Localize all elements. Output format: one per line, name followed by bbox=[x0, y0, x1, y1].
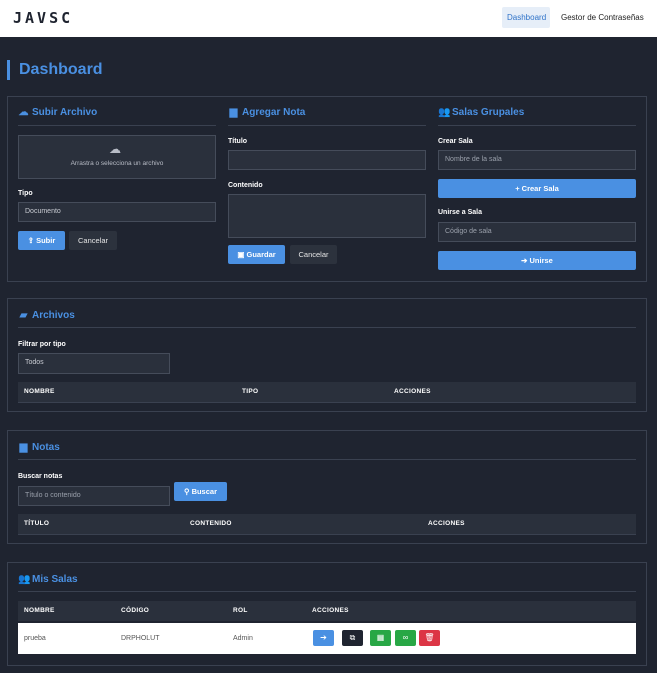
upload-section-title: ☁ Subir Archivo bbox=[18, 107, 98, 118]
enter-room-button[interactable]: ➔ bbox=[313, 630, 334, 646]
folder-icon: ▰ bbox=[19, 310, 28, 321]
column-header: TÍTULO bbox=[24, 520, 50, 527]
delete-room-button[interactable]: 🗑 bbox=[419, 630, 440, 646]
create-room-label: Crear Sala bbox=[438, 138, 473, 145]
column-header: ACCIONES bbox=[312, 607, 349, 614]
my-rooms-section-title: 👥 Mis Salas bbox=[18, 574, 78, 585]
page-title: Dashboard bbox=[7, 60, 103, 80]
note-icon: ▆ bbox=[19, 442, 28, 453]
note-content-label: Contenido bbox=[228, 182, 263, 189]
trash-icon: 🗑 bbox=[424, 633, 435, 642]
room-name: prueba bbox=[24, 635, 46, 642]
column-header: ACCIONES bbox=[394, 388, 431, 395]
table-row: prueba DRPHOLUT Admin ➔ ⧉ ▦ ∞ 🗑 bbox=[18, 623, 636, 654]
join-room-label: Unirse a Sala bbox=[438, 209, 482, 216]
divider bbox=[18, 534, 636, 535]
group-rooms-section-title: 👥 Salas Grupales bbox=[438, 107, 525, 118]
enter-icon: ➔ bbox=[521, 256, 530, 265]
column-header: TIPO bbox=[242, 388, 259, 395]
file-dropzone[interactable]: ☁ Arrastra o selecciona un archivo bbox=[18, 135, 216, 179]
room-grid-button[interactable]: ▦ bbox=[370, 630, 391, 646]
link-icon: ∞ bbox=[402, 633, 409, 642]
divider bbox=[18, 402, 636, 403]
divider bbox=[438, 125, 636, 126]
cloud-upload-icon: ☁ bbox=[18, 107, 29, 118]
rooms-table-header: NOMBRE CÓDIGO ROL ACCIONES bbox=[18, 601, 636, 621]
divider bbox=[18, 125, 216, 126]
upload-cancel-button[interactable]: Cancelar bbox=[69, 231, 117, 250]
note-title-input[interactable] bbox=[228, 150, 426, 170]
dropzone-text: Arrastra o selecciona un archivo bbox=[70, 160, 164, 167]
divider bbox=[18, 591, 636, 592]
users-icon: 👥 bbox=[438, 107, 451, 118]
copy-icon: ⧉ bbox=[349, 633, 356, 642]
files-card: ▰ Archivos Filtrar por tipo Todos NOMBRE … bbox=[7, 298, 647, 412]
divider bbox=[18, 327, 636, 328]
search-notes-label: Buscar notas bbox=[18, 473, 63, 480]
room-role: Admin bbox=[233, 635, 253, 642]
note-icon: ▆ bbox=[229, 107, 238, 118]
filter-label: Filtrar por tipo bbox=[18, 341, 66, 348]
column-header: ACCIONES bbox=[428, 520, 465, 527]
notes-card: ▆ Notas Buscar notas Título o contenido ⚲… bbox=[7, 430, 647, 544]
notes-search-input[interactable]: Título o contenido bbox=[18, 486, 170, 506]
room-code: DRPHOLUT bbox=[121, 635, 160, 642]
room-code-input[interactable]: Código de sala bbox=[438, 222, 636, 242]
room-name-input[interactable]: Nombre de la sala bbox=[438, 150, 636, 170]
enter-icon: ➔ bbox=[320, 633, 327, 642]
column-header: CÓDIGO bbox=[121, 607, 150, 614]
upload-button[interactable]: ⇪ Subir bbox=[18, 231, 65, 250]
files-section-title: ▰ Archivos bbox=[19, 310, 75, 321]
note-content-textarea[interactable] bbox=[228, 194, 426, 238]
create-room-button[interactable]: + Crear Sala bbox=[438, 179, 636, 198]
divider bbox=[18, 459, 636, 460]
upload-icon: ⇪ bbox=[27, 236, 37, 245]
actions-card: ☁ Subir Archivo ☁ Arrastra o selecciona u… bbox=[7, 96, 647, 282]
top-navbar: JAVSC Dashboard Gestor de Contraseñas bbox=[0, 0, 657, 37]
copy-code-button[interactable]: ⧉ bbox=[342, 630, 363, 646]
note-title-label: Título bbox=[228, 138, 248, 145]
column-header: NOMBRE bbox=[24, 388, 55, 395]
my-rooms-card: 👥 Mis Salas NOMBRE CÓDIGO ROL ACCIONES pr… bbox=[7, 562, 647, 666]
column-header: CONTENIDO bbox=[190, 520, 232, 527]
nav-password-manager[interactable]: Gestor de Contraseñas bbox=[556, 7, 650, 28]
note-cancel-button[interactable]: Cancelar bbox=[290, 245, 337, 264]
share-link-button[interactable]: ∞ bbox=[395, 630, 416, 646]
search-icon: ⚲ bbox=[183, 487, 192, 496]
column-header: NOMBRE bbox=[24, 607, 55, 614]
join-room-button[interactable]: ➔ Unirse bbox=[438, 251, 636, 270]
users-icon: 👥 bbox=[18, 574, 31, 585]
nav-dashboard[interactable]: Dashboard bbox=[502, 7, 550, 28]
notes-table-header: TÍTULO CONTENIDO ACCIONES bbox=[18, 514, 636, 534]
grid-icon: ▦ bbox=[376, 633, 385, 642]
divider bbox=[228, 125, 426, 126]
note-section-title: ▆ Agregar Nota bbox=[229, 107, 306, 118]
save-note-button[interactable]: ▣ Guardar bbox=[228, 245, 285, 264]
file-type-filter[interactable]: Todos bbox=[18, 353, 170, 374]
logo[interactable]: JAVSC bbox=[13, 9, 73, 27]
upload-icon: ☁ bbox=[109, 142, 121, 156]
type-select[interactable]: Documento bbox=[18, 202, 216, 222]
search-notes-button[interactable]: ⚲ Buscar bbox=[174, 482, 227, 501]
files-table-header: NOMBRE TIPO ACCIONES bbox=[18, 382, 636, 402]
notes-section-title: ▆ Notas bbox=[19, 442, 60, 453]
column-header: ROL bbox=[233, 607, 248, 614]
type-label: Tipo bbox=[18, 190, 33, 197]
